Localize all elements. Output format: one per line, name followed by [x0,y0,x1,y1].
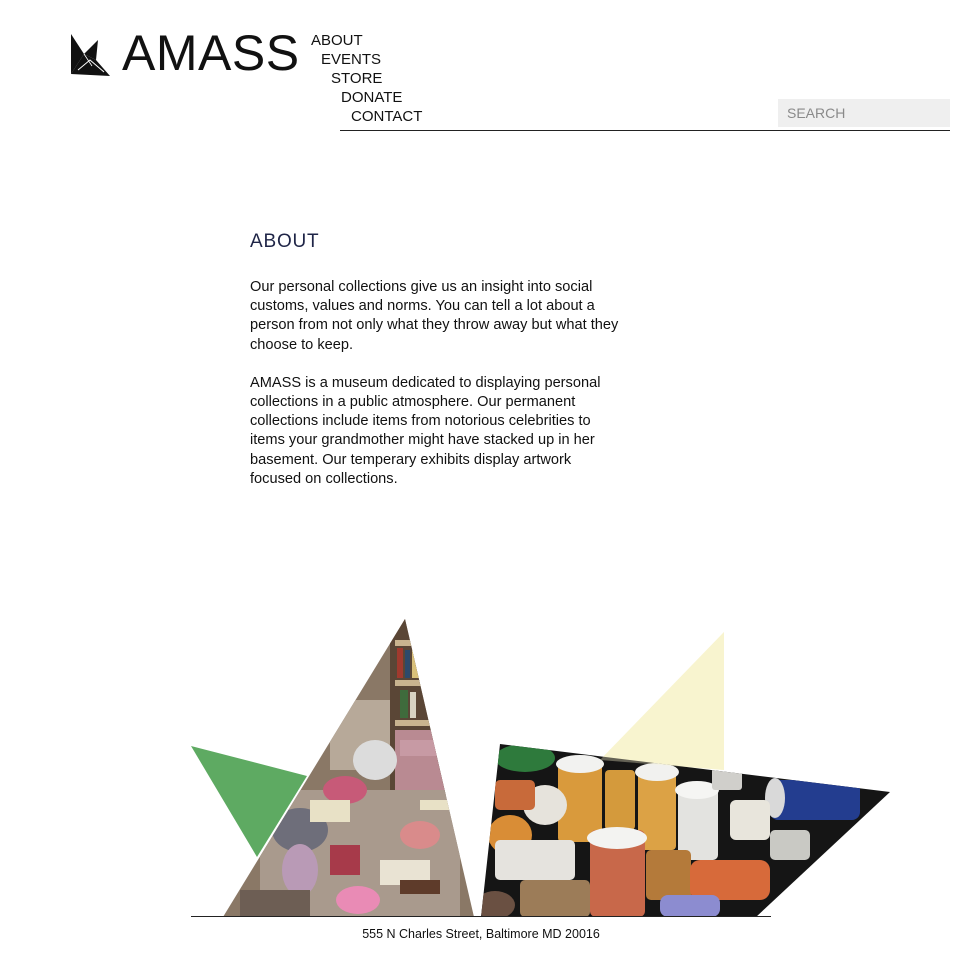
nav-item-store[interactable]: STORE [311,69,422,88]
footer-divider [191,916,771,917]
nav-item-contact[interactable]: CONTACT [311,107,422,126]
nav-item-about[interactable]: ABOUT [311,31,422,50]
about-paragraph-1: Our personal collections give us an insi… [250,279,619,353]
nav-item-events[interactable]: EVENTS [311,50,422,69]
header-divider [340,130,950,131]
home-logo-link[interactable]: AMASS [70,28,300,78]
nav-item-donate[interactable]: DONATE [311,88,422,107]
page-title: ABOUT [250,231,320,252]
footer-address: 555 N Charles Street, Baltimore MD 20016 [362,927,600,941]
origami-bird-logo-icon [71,34,110,76]
about-paragraph-2: AMASS is a museum dedicated to displayin… [250,374,601,487]
brand-name: AMASS [122,25,300,81]
search-input[interactable] [778,99,950,127]
main-navigation: ABOUT EVENTS STORE DONATE CONTACT [311,31,422,126]
about-content: Our personal collections give us an insi… [250,278,622,508]
collections-artwork [191,619,890,917]
